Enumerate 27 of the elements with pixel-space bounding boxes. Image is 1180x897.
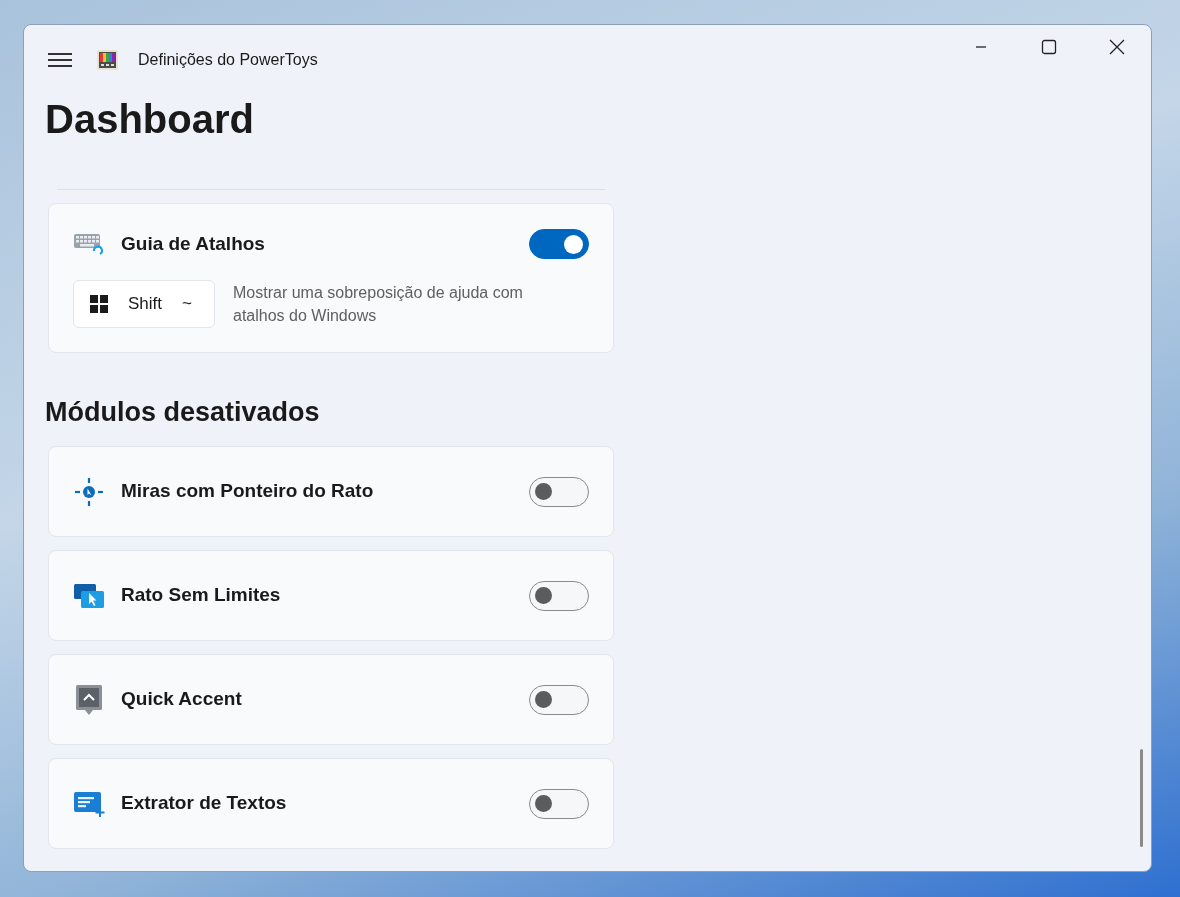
module-name: Rato Sem Limites bbox=[121, 583, 281, 608]
section-heading: Módulos desativados bbox=[45, 396, 321, 429]
toggle-switch[interactable] bbox=[529, 788, 589, 819]
toggle-switch[interactable] bbox=[529, 684, 589, 715]
caret-tile-icon bbox=[75, 683, 103, 716]
crosshair-icon bbox=[74, 476, 104, 507]
maximize-icon bbox=[1041, 39, 1057, 55]
toggle-switch[interactable] bbox=[529, 580, 589, 611]
module-name: Miras com Ponteiro do Rato bbox=[121, 479, 374, 504]
key-label: Shift bbox=[128, 293, 163, 316]
monitors-cursor-icon bbox=[73, 582, 105, 609]
windows-logo-icon bbox=[90, 295, 108, 313]
module-name: Extrator de Textos bbox=[121, 791, 287, 816]
text-box-icon bbox=[73, 789, 105, 818]
page-title: Dashboard bbox=[45, 96, 255, 143]
keyboard-icon bbox=[73, 231, 103, 257]
module-description: Mostrar uma sobreposição de ajuda com atalhos do Windows bbox=[233, 283, 524, 326]
key-label: ~ bbox=[182, 293, 192, 316]
module-name: Guia de Atalhos bbox=[121, 231, 265, 256]
close-icon bbox=[1109, 39, 1125, 55]
scrollbar[interactable] bbox=[1140, 749, 1143, 847]
app-logo-icon bbox=[97, 50, 118, 70]
toggle-switch[interactable] bbox=[529, 229, 589, 259]
menu-icon[interactable] bbox=[48, 50, 72, 70]
module-name: Quick Accent bbox=[121, 687, 242, 712]
window-title: Definições do PowerToys bbox=[138, 50, 318, 70]
toggle-switch[interactable] bbox=[529, 476, 589, 507]
